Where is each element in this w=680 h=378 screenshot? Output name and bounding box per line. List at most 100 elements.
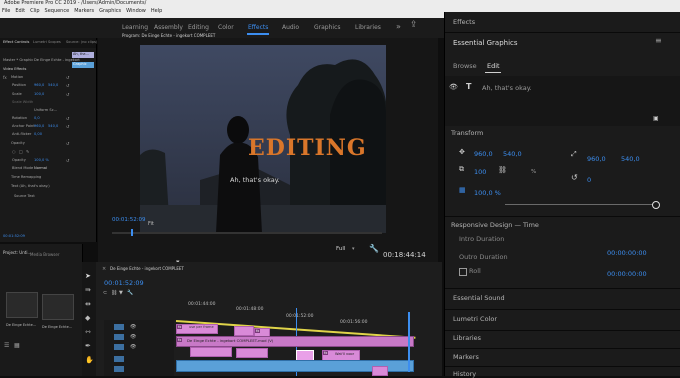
menu-help[interactable]: Help [151,8,162,14]
project-item-name[interactable]: De Einge Echte... [42,325,72,329]
wrench-icon[interactable]: 🔧 [127,290,133,296]
opacity-value[interactable]: 100,0 % [34,158,49,162]
reset-icon[interactable]: ↺ [66,83,69,88]
workspace-tab-effects[interactable]: Effects [248,24,268,31]
quality-select[interactable]: Full [336,246,345,252]
track-target-v2[interactable] [114,334,124,340]
opacity-slider-handle[interactable] [652,201,660,209]
time-remapping-label[interactable]: Time Remapping [11,175,41,179]
menu-clip[interactable]: Clip [30,8,39,14]
program-timecode[interactable]: 00:01:52:09 [112,217,146,223]
program-scrub-bar[interactable] [112,232,382,234]
hand-tool-icon[interactable]: ✋ [85,356,94,364]
workspace-tab-graphics[interactable]: Graphics [314,24,341,31]
transform-anchor-y[interactable]: 540,0 [621,155,640,163]
mask-rect-icon[interactable]: □ [19,149,23,154]
essential-sound-section[interactable]: Essential Sound [453,294,505,302]
source-text-label[interactable]: Source Text [14,194,35,198]
anchor-y-value[interactable]: 540,0 [48,124,58,128]
fit-select[interactable]: Fit [148,221,154,227]
anti-flicker-value[interactable]: 0,00 [34,132,42,136]
eye-icon[interactable]: 👁 [130,324,136,330]
text-layer-name[interactable]: Ah, that's okay. [482,84,532,92]
track-target-v3[interactable] [114,324,124,330]
anchor-x-value[interactable]: 960,0 [34,124,44,128]
opacity-label[interactable]: Opacity [11,141,25,145]
workspace-tab-editing[interactable]: Editing [188,24,209,31]
wrench-icon[interactable]: 🔧 [369,244,379,253]
mask-pen-icon[interactable]: ✎ [26,149,29,154]
eye-icon[interactable]: 👁 [449,83,458,91]
reset-icon[interactable]: ↺ [66,92,69,97]
mask-ellipse-icon[interactable]: ○ [12,149,16,154]
timeline-clip[interactable] [190,347,232,357]
tab-source[interactable]: Source: (no clips) [66,40,97,44]
reset-icon[interactable]: ↺ [66,124,69,129]
overflow-chevron-icon[interactable]: » [396,22,401,31]
text-layer-label[interactable]: Text (Ah, that's okay.) [11,184,50,188]
selection-tool-icon[interactable]: ➤ [85,272,91,280]
project-thumbnail[interactable] [6,292,38,318]
history-section[interactable]: History [453,370,476,378]
position-x-value[interactable]: 960,0 [34,83,44,87]
tab-lumetri-scopes[interactable]: Lumetri Scopes [33,40,61,44]
tab-browse[interactable]: Browse [453,62,477,70]
close-icon[interactable]: × [102,266,106,272]
motion-label[interactable]: Motion [11,75,23,79]
reset-icon[interactable]: ↺ [66,158,69,163]
project-item-name[interactable]: De Einge Echte... [6,323,36,327]
intro-duration-value[interactable]: 00:00:00:00 [607,249,647,257]
outro-duration-value[interactable]: 00:00:00:00 [607,270,647,278]
timeline-vertical-scrollbar[interactable] [408,312,410,372]
workspace-tab-libraries[interactable]: Libraries [355,24,381,31]
menu-edit[interactable]: Edit [15,8,25,14]
ec-timecode[interactable]: 00:01:52:09 [3,234,25,238]
transform-rotation[interactable]: 0 [587,176,591,184]
roll-checkbox[interactable] [459,268,467,276]
slip-tool-icon[interactable]: ⇿ [85,328,91,336]
effects-panel-header[interactable]: Effects [453,18,475,26]
ripple-edit-icon[interactable]: ⇹ [85,300,91,308]
add-marker-icon[interactable]: ▼ [119,290,123,296]
reset-icon[interactable]: ↺ [66,75,69,80]
transform-scale[interactable]: 100,0 % [474,189,501,197]
track-target-a1[interactable] [114,356,124,362]
program-monitor-tab[interactable]: Program: De Einge Echte - ingekort COMPL… [122,33,215,38]
ec-clip-chip[interactable]: Ah, tha... [72,52,94,58]
tab-media-browser[interactable]: Media Browser [30,252,60,257]
timeline-clip[interactable]: De Einge Echte - ingekort COMPLEET-mod (… [176,336,414,347]
workspace-tab-learning[interactable]: Learning [122,24,148,31]
track-select-icon[interactable]: ⇛ [85,286,91,294]
menu-window[interactable]: Window [126,8,146,14]
snap-icon[interactable]: ⊂ [103,290,107,296]
scale-value[interactable]: 100,0 [34,92,44,96]
timeline-clip[interactable] [234,326,254,336]
dropdown-icon[interactable]: ▾ [352,246,355,252]
tab-effect-controls[interactable]: Effect Controls [3,40,29,44]
track-target-a2[interactable] [114,366,124,372]
menu-file[interactable]: File [2,8,10,14]
menu-graphics[interactable]: Graphics [99,8,121,14]
position-y-value[interactable]: 540,0 [48,83,58,87]
workspace-tab-assembly[interactable]: Assembly [154,24,183,31]
reset-icon[interactable]: ↺ [66,116,69,121]
master-clip-label[interactable]: Master * Graphic [3,58,33,62]
transform-pos-x[interactable]: 960,0 [474,150,493,158]
uniform-scale-label[interactable]: Uniform Sc... [34,108,57,112]
tab-project[interactable]: Project: Unti... [3,250,31,255]
linked-selection-icon[interactable]: ⛓ [111,290,117,296]
markers-section[interactable]: Markers [453,353,479,361]
timeline-timecode[interactable]: 00:01:52:09 [104,279,144,287]
sequence-tab[interactable]: De Einge Echte - ingekort COMPLEET [110,266,184,271]
transform-anchor-x[interactable]: 960,0 [587,155,606,163]
icon-view-icon[interactable]: ▦ [14,342,20,349]
blend-mode-select[interactable]: Normal [34,166,47,170]
track-target-v1[interactable] [114,344,124,350]
eye-icon[interactable]: 👁 [130,344,136,350]
project-thumbnail[interactable] [42,294,74,320]
roll-label[interactable]: Roll [469,267,481,275]
link-icon[interactable]: ⛓ [498,166,507,174]
libraries-section[interactable]: Libraries [453,334,481,342]
panel-menu-icon[interactable]: ≡ [655,36,662,45]
lumetri-color-section[interactable]: Lumetri Color [453,315,497,323]
